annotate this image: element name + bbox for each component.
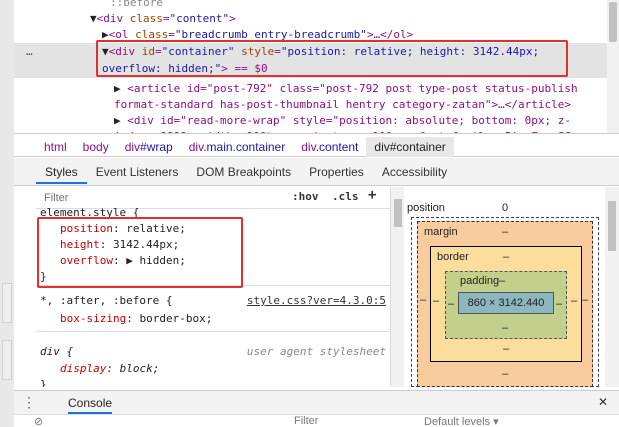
crumb-tag: html: [44, 140, 67, 154]
log-levels-dropdown[interactable]: Default levels ▾: [424, 415, 499, 427]
crumb-class: #wrap: [140, 140, 173, 154]
expand-triangle-icon[interactable]: ▼: [90, 12, 97, 25]
position-value[interactable]: 0: [502, 202, 508, 214]
padding-label: padding: [460, 275, 500, 287]
crumb-tag: div: [301, 140, 316, 154]
elements-scrollbar[interactable]: [607, 0, 619, 133]
border-bottom-value[interactable]: –: [503, 343, 509, 355]
tab-event-listeners[interactable]: Event Listeners: [87, 160, 188, 184]
padding-bottom-value[interactable]: –: [502, 322, 508, 334]
padding-right-value[interactable]: –: [556, 298, 562, 310]
attr-name: class: [129, 12, 163, 25]
highlight-box-element: [96, 40, 568, 77]
devtools-window: ::before ▼<div class="content"> ▶<ol cla…: [0, 0, 619, 427]
scroll-thumb[interactable]: [609, 2, 617, 42]
collapse-triangle-icon[interactable]: ▶: [114, 82, 127, 95]
margin-left-value[interactable]: –: [420, 294, 426, 306]
prop-value: block;: [119, 362, 160, 375]
tab-accessibility[interactable]: Accessibility: [373, 160, 456, 184]
left-gutter: [0, 0, 14, 427]
tree-line-article-1[interactable]: ▶ <article id="post-792" class="post-792…: [114, 80, 578, 97]
styles-scrollbar[interactable]: [390, 187, 404, 387]
padding-top-value[interactable]: –: [499, 275, 505, 287]
tab-dom-breakpoints[interactable]: DOM Breakpoints: [187, 160, 300, 184]
tree-line-readmore-1[interactable]: ▶ <div id="read-more-wrap" style="positi…: [114, 112, 571, 129]
readmore-tag: <div id="read-more-wrap" style="position…: [127, 114, 571, 127]
new-rule-button[interactable]: +: [368, 187, 376, 203]
margin-box[interactable]: margin – – – border – – – – padding– – –…: [417, 221, 593, 387]
attr-value: "content": [169, 12, 230, 25]
breadcrumb: html body div#wrap div.main.container di…: [36, 137, 454, 157]
clear-console-icon[interactable]: ⊘: [34, 415, 43, 427]
scroll-thumb[interactable]: [394, 199, 402, 227]
tree-line-content[interactable]: ▼<div class="content">: [90, 10, 236, 27]
console-toolbar: ⊘ Filter Default levels ▾: [14, 414, 619, 427]
border-left-value[interactable]: –: [433, 295, 439, 307]
tag-name: <div: [96, 12, 124, 25]
prop-name[interactable]: box-sizing: [60, 312, 126, 325]
sidebar-tabs: Styles Event Listeners DOM Breakpoints P…: [36, 160, 456, 184]
rule-selector: *, :after, :before {: [40, 294, 173, 307]
margin-bottom-value[interactable]: –: [502, 368, 508, 380]
border-right-value[interactable]: –: [571, 295, 577, 307]
close-brace: }: [40, 378, 47, 387]
crumb-tag: div: [124, 140, 141, 154]
prop-value[interactable]: border-box;: [139, 312, 212, 325]
more-menu-icon[interactable]: ⋮: [22, 394, 36, 411]
margin-top-value[interactable]: –: [502, 226, 508, 238]
crumb-body[interactable]: body: [75, 137, 117, 157]
crumb-container[interactable]: div#container: [366, 137, 454, 157]
ua-stylesheet-label: user agent stylesheet: [246, 345, 386, 358]
crumb-main-container[interactable]: div.main.container: [181, 137, 294, 157]
crumb-class: #container: [389, 140, 446, 154]
margin-right-value[interactable]: –: [582, 294, 588, 306]
gutter-block: [2, 340, 12, 380]
ua-div-rule[interactable]: div { user agent stylesheet display: blo…: [36, 343, 390, 387]
margin-label: margin: [424, 226, 458, 238]
content-dimensions[interactable]: 860 × 3142.440: [458, 292, 554, 314]
scroll-thumb[interactable]: [608, 201, 616, 251]
crumb-class: .main.container: [203, 140, 286, 154]
hov-toggle[interactable]: :hov: [292, 190, 319, 203]
crumb-wrap[interactable]: div#wrap: [117, 137, 181, 157]
tab-console[interactable]: Console: [68, 396, 113, 414]
tab-styles[interactable]: Styles: [36, 160, 87, 184]
crumb-class: .content: [315, 140, 359, 154]
tab-properties[interactable]: Properties: [300, 160, 373, 184]
border-label: border: [437, 251, 469, 263]
rule-selector: div {: [40, 345, 74, 358]
close-icon[interactable]: ✕: [598, 395, 608, 409]
crumb-content[interactable]: div.content: [293, 137, 366, 157]
border-top-value[interactable]: –: [503, 251, 509, 263]
crumb-tag: div: [188, 140, 204, 154]
prop-name: display: [60, 362, 107, 375]
pseudo-before: ::before: [110, 0, 163, 9]
highlight-box-styles: [37, 217, 243, 288]
tag-close: >: [229, 12, 236, 25]
article-tag-cont: format-standard has-post-thumbnail hentr…: [114, 98, 571, 111]
console-drawer-header: ⋮ Console ✕: [14, 390, 619, 414]
more-dots-icon[interactable]: …: [26, 45, 33, 58]
box-model-scrollbar[interactable]: [605, 187, 619, 387]
crumb-tag: body: [82, 140, 109, 154]
position-label: position: [407, 202, 445, 214]
box-model-pane: position 0 margin – – – border – – – – p…: [405, 187, 605, 387]
cls-toggle[interactable]: .cls: [332, 190, 359, 203]
collapse-triangle-icon[interactable]: ▶: [114, 114, 127, 127]
crumb-html[interactable]: html: [36, 137, 75, 157]
stylesheet-link[interactable]: style.css?ver=4.3.0:5: [247, 294, 386, 307]
console-filter-input[interactable]: Filter: [294, 415, 318, 427]
tree-line-article-2[interactable]: format-standard has-post-thumbnail hentr…: [114, 96, 571, 113]
padding-left-value[interactable]: –: [448, 298, 454, 310]
gutter-block: [2, 283, 12, 323]
universal-rule[interactable]: *, :after, :before { style.css?ver=4.3.0…: [36, 290, 390, 332]
crumb-tag: div: [374, 140, 390, 154]
article-tag: <article id="post-792" class="post-792 p…: [127, 82, 578, 95]
padding-box[interactable]: padding– – – – 860 × 3142.440: [445, 271, 567, 339]
border-box[interactable]: border – – – – padding– – – – 860 × 3142…: [430, 246, 582, 362]
